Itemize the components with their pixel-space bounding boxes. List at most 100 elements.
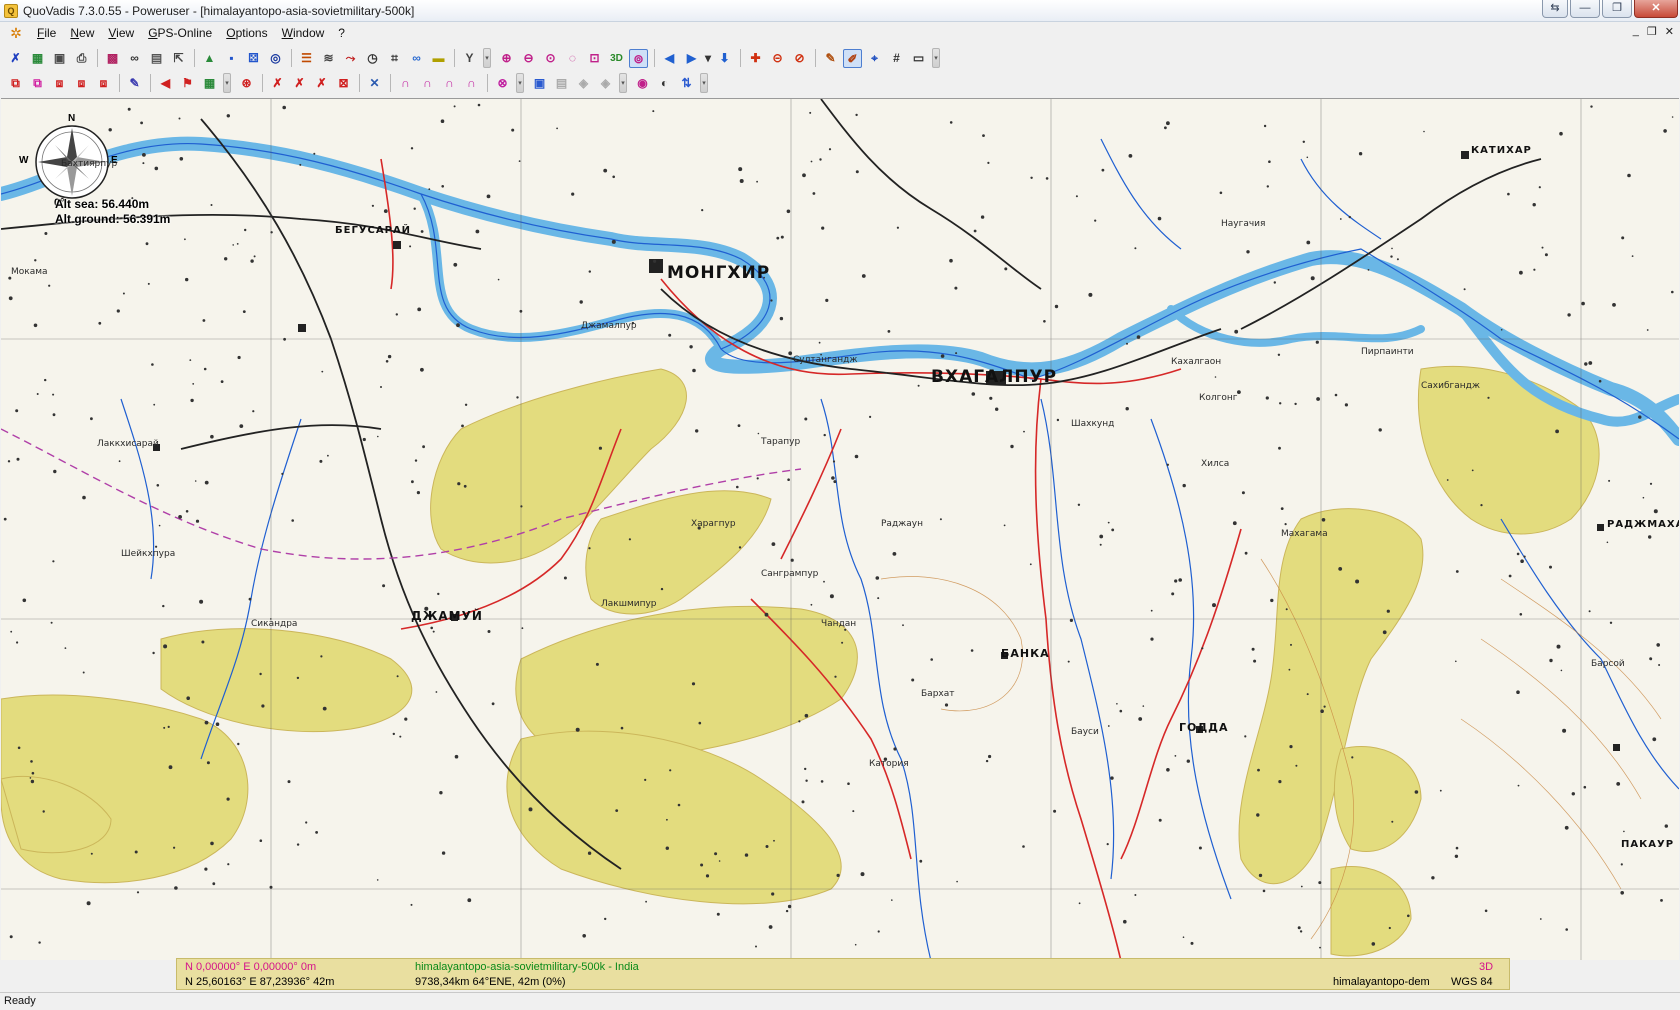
village-dot <box>644 778 647 782</box>
terrain-icon[interactable]: ▲ <box>200 49 219 68</box>
draw-icon[interactable]: ✐ <box>843 48 862 68</box>
link-icon[interactable]: ∞ <box>407 49 426 68</box>
village-dot <box>1649 657 1653 661</box>
toolbar-dropdown-icon[interactable]: ▾ <box>223 73 231 93</box>
forward-icon[interactable]: ▶ <box>682 49 701 68</box>
menu-file[interactable]: File <box>30 23 63 43</box>
tile-icon[interactable]: ▪ <box>222 49 241 68</box>
dice-icon[interactable]: ⚄ <box>244 49 263 68</box>
close-button[interactable]: ✕ <box>1634 0 1678 18</box>
menu-options[interactable]: Options <box>219 23 274 43</box>
zoom-region-icon[interactable]: ⊙ <box>541 49 560 68</box>
menu-new[interactable]: New <box>63 23 101 43</box>
gps-icon[interactable]: ▣ <box>530 74 549 93</box>
add-waypoint-icon[interactable]: ✚ <box>746 49 765 68</box>
sync-icon[interactable]: ⇅ <box>677 74 696 93</box>
binoculars-icon[interactable]: ∞ <box>125 49 144 68</box>
database-icon[interactable]: ▩ <box>103 49 122 68</box>
remove-waypoint-icon[interactable]: ⊝ <box>768 49 787 68</box>
map-view[interactable]: N E W 0° Alt sea: 56.440m Alt ground: 56… <box>1 98 1679 960</box>
minimize-button[interactable]: — <box>1570 0 1600 18</box>
zoom-auto-icon[interactable]: ⊚ <box>629 48 648 68</box>
delete-all-icon[interactable]: ⊠ <box>334 74 353 93</box>
map-label-bakhtiyarpur: Бахтиярпур <box>61 159 118 169</box>
menu-view[interactable]: View <box>101 23 141 43</box>
toolbar-dropdown-icon[interactable]: ▾ <box>700 73 708 93</box>
app-menu-icon[interactable]: ✲ <box>8 25 24 41</box>
fork-icon[interactable]: Y <box>460 49 479 68</box>
north-icon[interactable]: ⌖ <box>865 49 884 68</box>
route-merge-icon[interactable]: ⧈ <box>94 74 113 93</box>
menu-help[interactable]: ? <box>331 23 352 43</box>
magnet-4-icon[interactable]: ∩ <box>462 74 481 93</box>
village-dot <box>1088 292 1093 297</box>
map-grid-icon[interactable]: ▤ <box>147 49 166 68</box>
toolbar-dropdown-icon[interactable]: ▾ <box>516 73 524 93</box>
route-icon[interactable]: ⤳ <box>341 49 360 68</box>
camera-icon[interactable]: ◐ <box>655 74 674 93</box>
village-dot <box>779 316 784 321</box>
village-dot <box>82 495 86 500</box>
flag-back-icon[interactable]: ◀ <box>156 74 175 93</box>
history-dropdown-icon[interactable]: ▾ <box>704 49 712 68</box>
flag-list-icon[interactable]: ▦ <box>200 74 219 93</box>
photo-icon[interactable]: ◉ <box>633 74 652 93</box>
snap-icon[interactable]: ⊗ <box>493 74 512 93</box>
delete-track-icon[interactable]: ✗ <box>312 74 331 93</box>
village-dot <box>919 859 923 863</box>
mdi-minimize-icon[interactable]: _ <box>1633 25 1639 38</box>
layers-icon[interactable]: ≋ <box>319 49 338 68</box>
cross-icon[interactable]: ✕ <box>365 74 384 93</box>
edit-icon[interactable]: ✎ <box>125 74 144 93</box>
delete-point-icon[interactable]: ✗ <box>268 74 287 93</box>
flag-forward-icon[interactable]: ⚑ <box>178 74 197 93</box>
delete-waypoint-icon[interactable]: ⊘ <box>790 49 809 68</box>
map-open-icon[interactable]: ▦ <box>28 49 47 68</box>
village-dot <box>1289 745 1293 749</box>
delete-segment-icon[interactable]: ✗ <box>290 74 309 93</box>
village-dot <box>1270 598 1274 603</box>
chart-icon[interactable]: ⌗ <box>385 49 404 68</box>
magnet-3-icon[interactable]: ∩ <box>440 74 459 93</box>
mdi-close-icon[interactable]: ✕ <box>1665 25 1674 38</box>
village-dot <box>829 594 834 599</box>
title-bar: Q QuoVadis 7.3.0.55 - Poweruser - [himal… <box>0 0 1680 22</box>
mdi-restore-icon[interactable]: ❐ <box>1647 25 1657 38</box>
back-icon[interactable]: ◀ <box>660 49 679 68</box>
ruler-icon[interactable]: ▬ <box>429 49 448 68</box>
clock-icon[interactable]: ◷ <box>363 49 382 68</box>
print-icon[interactable]: ⎙ <box>72 49 91 68</box>
magnet-icon[interactable]: ∩ <box>396 74 415 93</box>
village-dot <box>810 603 813 606</box>
export-icon[interactable]: ⇱ <box>169 49 188 68</box>
topographic-map[interactable] <box>1 99 1679 960</box>
new-route-icon[interactable]: ⧉ <box>6 74 25 93</box>
village-dot <box>441 185 445 188</box>
maximize-button[interactable]: ❐ <box>1602 0 1632 18</box>
search-poi-icon[interactable]: ⊛ <box>237 74 256 93</box>
village-dot <box>1244 735 1247 738</box>
grid-icon[interactable]: # <box>887 49 906 68</box>
zoom-fit-icon[interactable]: ◌ <box>563 49 582 68</box>
toolbar-dropdown-icon[interactable]: ▾ <box>483 48 491 68</box>
list-icon[interactable]: ☰ <box>297 49 316 68</box>
target-icon[interactable]: ◎ <box>266 49 285 68</box>
menu-window[interactable]: Window <box>275 23 332 43</box>
download-icon[interactable]: ⬇ <box>715 49 734 68</box>
zoom-full-icon[interactable]: ⊡ <box>585 49 604 68</box>
new-track-icon[interactable]: ⧉ <box>28 74 47 93</box>
save-icon[interactable]: ▣ <box>50 49 69 68</box>
measure-icon[interactable]: ✎ <box>821 49 840 68</box>
3d-view-icon[interactable]: 3D <box>607 49 626 68</box>
route-split-icon[interactable]: ⧈ <box>72 74 91 93</box>
toolbar-dropdown-icon[interactable]: ▾ <box>619 73 627 93</box>
switch-window-icon[interactable]: ⇆ <box>1542 0 1568 18</box>
magnet-2-icon[interactable]: ∩ <box>418 74 437 93</box>
zoom-out-icon[interactable]: ⊖ <box>519 49 538 68</box>
tools-icon[interactable]: ✗ <box>6 49 25 68</box>
screen-icon[interactable]: ▭ <box>909 49 928 68</box>
route-copy-icon[interactable]: ⧈ <box>50 74 69 93</box>
toolbar-dropdown-icon[interactable]: ▾ <box>932 48 940 68</box>
menu-gps-online[interactable]: GPS-Online <box>141 23 219 43</box>
zoom-in-icon[interactable]: ⊕ <box>497 49 516 68</box>
